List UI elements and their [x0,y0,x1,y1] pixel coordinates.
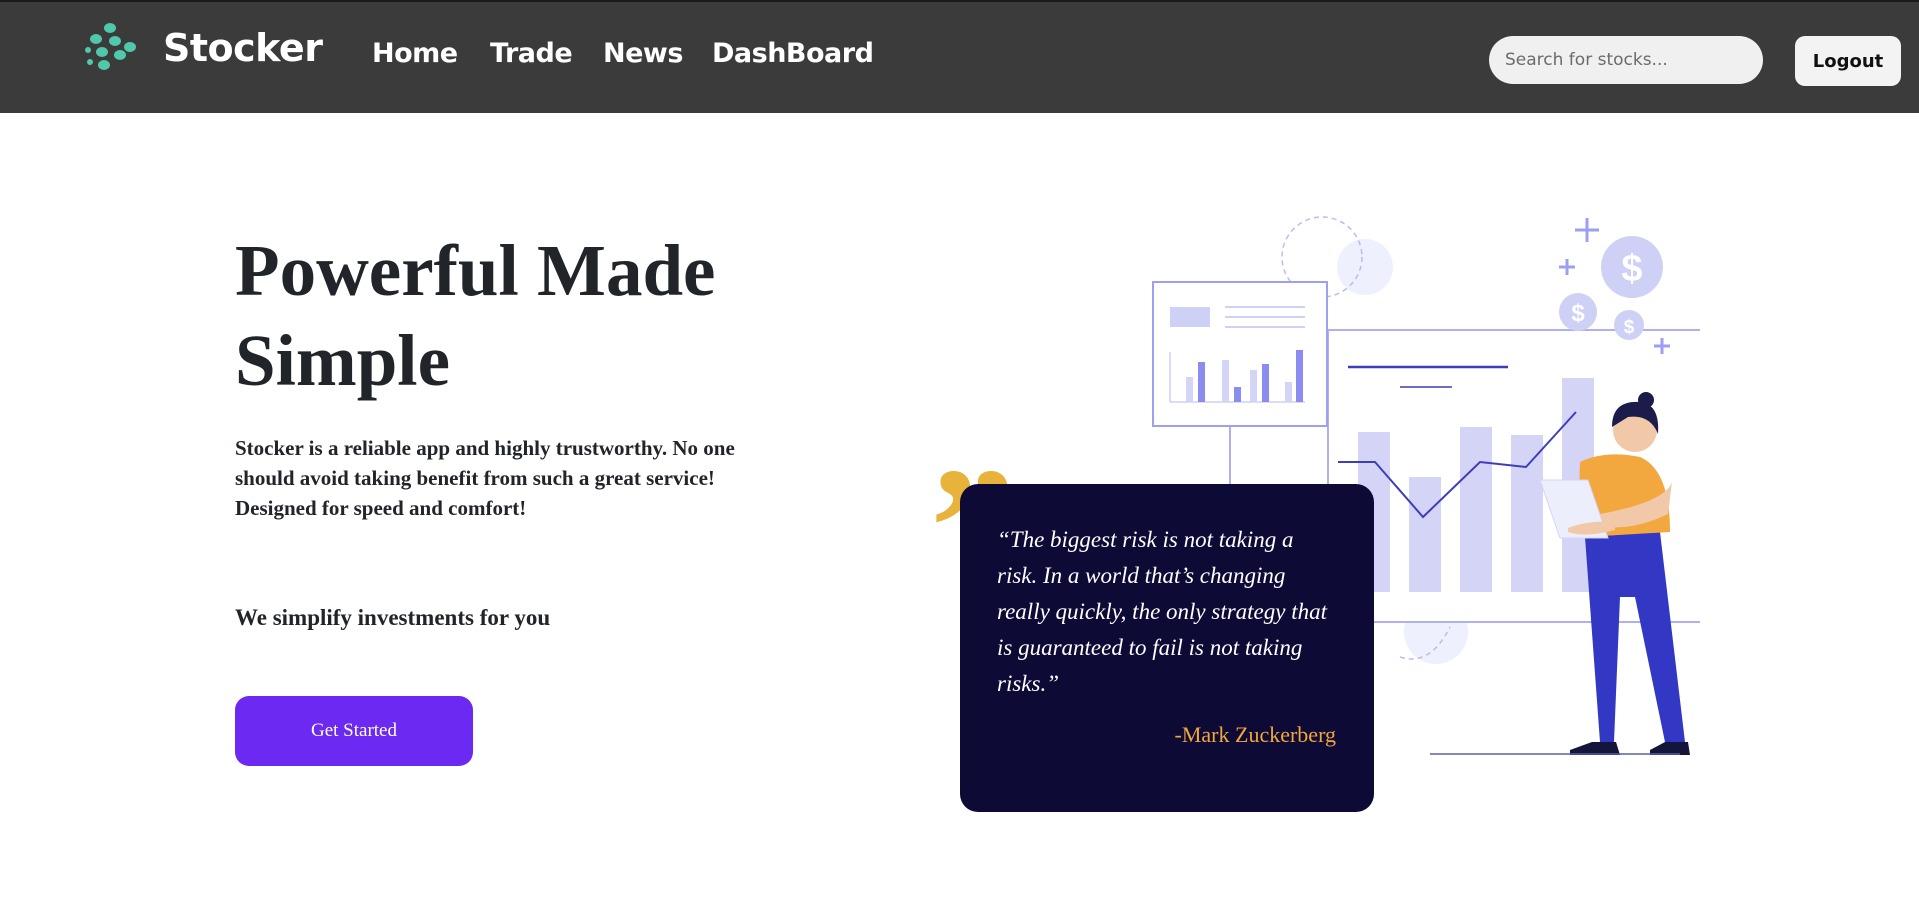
navbar: Stocker Home Trade News DashBoard Logout [0,2,1919,113]
brand-name[interactable]: Stocker [163,26,323,70]
nav-link-dashboard[interactable]: DashBoard [712,38,874,69]
svg-text:$: $ [1624,317,1635,338]
nav-link-home[interactable]: Home [372,38,458,69]
quote-text: “The biggest risk is not taking a risk. … [997,527,1328,696]
hero-tagline: We simplify investments for you [235,605,551,630]
quote-card: “The biggest risk is not taking a risk. … [960,484,1374,812]
dollar-coin-icon: $ $ $ [1559,236,1663,340]
nav-link-news[interactable]: News [603,38,683,69]
nav-link-trade[interactable]: Trade [490,38,573,69]
logout-button[interactable]: Logout [1795,36,1901,86]
hero-description: Stocker is a reliable app and highly tru… [235,436,735,520]
hero-title: Powerful Made Simple [235,230,716,401]
dots-logo-icon[interactable] [82,20,138,74]
svg-text:$: $ [1621,248,1642,290]
svg-text:$: $ [1571,300,1585,327]
quote-author: -Mark Zuckerberg [1174,722,1336,747]
get-started-button[interactable]: Get Started [235,696,473,766]
search-input[interactable] [1489,36,1763,84]
